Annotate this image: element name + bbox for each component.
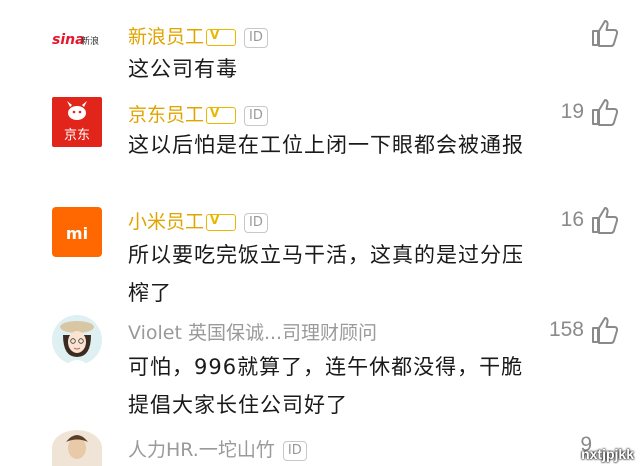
avatar-text: 京东 — [64, 128, 90, 143]
id-badge[interactable]: ID — [244, 212, 268, 233]
thumbs-up-icon[interactable] — [590, 315, 620, 345]
comment-username[interactable]: 人力HR.一坨山竹 ID — [128, 435, 307, 462]
id-badge[interactable]: ID — [244, 105, 268, 126]
girl-avatar-icon — [52, 315, 102, 365]
username-text[interactable]: 新浪员工 — [128, 26, 204, 48]
username-text[interactable]: 人力HR.一坨山竹 — [128, 439, 275, 461]
verified-v-badge-icon — [206, 213, 237, 231]
comment-text: 可怕，996就算了，连午休都没得，干脆提倡大家长住公司好了 — [128, 355, 524, 417]
verified-v-badge-icon — [206, 28, 237, 46]
comment-username[interactable]: 京东员工 ID — [128, 100, 268, 127]
comment-username[interactable]: 小米员工 ID — [128, 207, 268, 234]
avatar-xiaomi[interactable]: mi — [52, 207, 102, 257]
like-button[interactable] — [584, 18, 620, 48]
like-button[interactable]: 16 — [561, 205, 620, 235]
comment-username[interactable]: Violet 英国保诚...司理财顾问 — [128, 318, 377, 345]
avatar-violet[interactable] — [52, 315, 102, 365]
comment-text: 所以要吃完饭立马干活，这真的是过分压榨了 — [128, 243, 524, 305]
sina-logo-icon: sina 新浪 — [52, 32, 99, 48]
user-avatar-icon — [66, 435, 88, 459]
avatar-text: mi — [66, 224, 88, 243]
verified-v-badge-icon — [206, 106, 237, 124]
xiaomi-logo-icon: mi — [66, 224, 88, 243]
svg-text:sina: sina — [52, 32, 85, 48]
username-text[interactable]: Violet 英国保诚...司理财顾问 — [128, 322, 377, 344]
thumbs-up-icon[interactable] — [590, 18, 620, 48]
comment-text: 这以后怕是在工位上闭一下眼都会被通报 — [128, 133, 524, 157]
avatar-hr[interactable] — [52, 430, 102, 466]
thumbs-up-icon[interactable] — [590, 205, 620, 235]
id-badge[interactable]: ID — [244, 27, 268, 48]
username-text[interactable]: 小米员工 — [128, 211, 204, 233]
avatar-jd[interactable]: 京东 — [52, 97, 102, 147]
thumbs-up-icon[interactable] — [590, 97, 620, 127]
id-badge[interactable]: ID — [282, 440, 307, 461]
comment-username[interactable]: 新浪员工 ID — [128, 22, 268, 49]
avatar-sina[interactable]: sina 新浪 — [52, 14, 102, 64]
like-button[interactable]: 158 — [549, 315, 620, 345]
comment-text: 这公司有毒 — [128, 57, 238, 81]
like-button[interactable]: 19 — [561, 97, 620, 127]
like-count: 19 — [560, 100, 584, 123]
watermark: nxtjpjkk — [581, 446, 634, 462]
username-text[interactable]: 京东员工 — [128, 104, 204, 126]
like-count: 16 — [560, 208, 584, 231]
like-count: 158 — [548, 318, 584, 341]
jd-dog-logo-icon: 京东 — [64, 101, 90, 143]
avatar-text: 新浪 — [81, 35, 99, 47]
